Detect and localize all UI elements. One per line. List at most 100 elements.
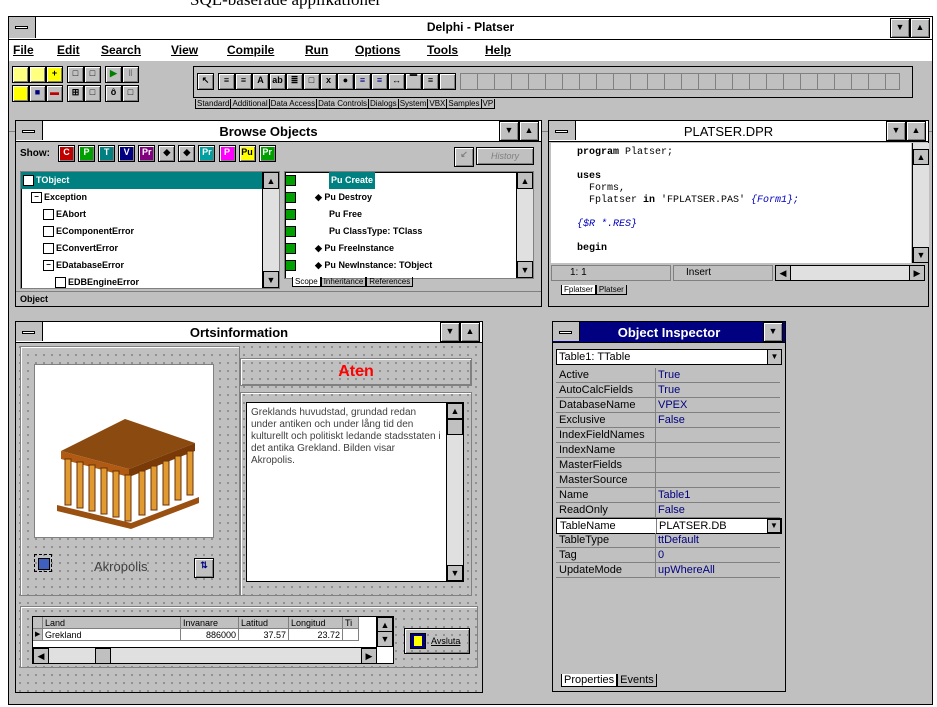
tab-inheritance[interactable]: Inheritance — [320, 277, 367, 287]
form-maximize-icon[interactable]: ▲ — [460, 322, 480, 342]
property-value[interactable]: VPEX — [658, 398, 687, 412]
member-create[interactable]: Pu Create — [285, 172, 533, 189]
property-row[interactable]: ReadOnly False — [556, 503, 780, 518]
palette-tab-vp[interactable]: VP — [480, 99, 496, 109]
memo-icon[interactable]: ≣ — [286, 73, 303, 90]
pause-icon[interactable]: ‖ — [122, 66, 139, 83]
select-form-icon[interactable]: □ — [84, 66, 101, 83]
database-component-icon[interactable] — [34, 554, 52, 572]
browse-history-arrow-icon[interactable]: ↙ — [454, 147, 474, 167]
menu-edit[interactable]: Edit — [57, 43, 80, 57]
member-free[interactable]: Pu Free — [285, 206, 533, 223]
grid-cell-longitud[interactable]: 23.72 — [289, 629, 343, 641]
popupmenu-icon[interactable]: ≡ — [235, 73, 252, 90]
scrollbar-icon[interactable]: ↔ — [388, 73, 405, 90]
property-value[interactable]: PLATSER.DB — [659, 519, 727, 533]
palette-tab-additional[interactable]: Additional — [230, 99, 270, 109]
editor-scroll-right-icon[interactable]: ▶ — [909, 265, 925, 281]
palette-tab-data-controls[interactable]: Data Controls — [316, 99, 369, 109]
editor-scroll-up-icon[interactable]: ▲ — [913, 149, 929, 165]
palette-tab-data-access[interactable]: Data Access — [268, 99, 318, 109]
select-unit-icon[interactable]: □ — [67, 66, 84, 83]
mainmenu-icon[interactable]: ≡ — [218, 73, 235, 90]
property-row[interactable]: MasterSource — [556, 473, 780, 488]
grid-scroll-left-icon[interactable]: ◀ — [33, 648, 49, 664]
grid-header-longitud[interactable]: Longitud — [289, 617, 343, 629]
grid-cell-latitud[interactable]: 37.57 — [239, 629, 289, 641]
grid-header-ti[interactable]: Ti — [343, 617, 359, 629]
property-value[interactable]: ttDefault — [658, 533, 699, 547]
edit-icon[interactable]: ab — [269, 73, 286, 90]
menu-view[interactable]: View — [171, 43, 198, 57]
open-file-icon[interactable] — [12, 85, 29, 102]
filter-constants-icon[interactable]: C — [58, 145, 75, 162]
filter-public-icon[interactable]: Pr — [198, 145, 216, 162]
member-destroy[interactable]: ◆ Pu Destroy — [285, 189, 533, 206]
filter-virtual-icon[interactable]: ◆ — [178, 145, 196, 162]
memo-scrollbar[interactable]: ▲ ▼ — [446, 403, 463, 581]
open-project-icon[interactable] — [12, 66, 29, 83]
members-scrollbar[interactable]: ▲ ▼ — [516, 172, 533, 278]
pointer-icon[interactable]: ↖ — [197, 73, 214, 90]
property-row[interactable]: IndexFieldNames — [556, 428, 780, 443]
tree-scroll-up-icon[interactable]: ▲ — [263, 172, 279, 189]
filter-published-icon[interactable]: Pu — [238, 145, 256, 162]
tree-item-tobject[interactable]: − TObject — [21, 172, 279, 189]
menu-run[interactable]: Run — [305, 43, 328, 57]
browse-minimize-icon[interactable]: ▼ — [499, 121, 519, 141]
property-row[interactable]: DatabaseName VPEX — [556, 398, 780, 413]
memo-scroll-down-icon[interactable]: ▼ — [447, 565, 463, 581]
tree-item-ecomponenterror[interactable]: EComponentError — [21, 223, 279, 240]
members-scroll-up-icon[interactable]: ▲ — [517, 172, 533, 189]
palette-tab-standard[interactable]: Standard — [195, 99, 232, 109]
code-area[interactable]: program Platser; uses Forms, Fplatser in… — [551, 143, 911, 263]
checkbox-icon[interactable]: x — [320, 73, 337, 90]
tablename-dropdown-icon[interactable]: ▼ — [767, 519, 781, 533]
filter-procedures-icon[interactable]: Pr — [138, 145, 156, 162]
filter-inherited-icon[interactable]: ◆ — [158, 145, 176, 162]
combobox-icon[interactable]: ≡ — [371, 73, 388, 90]
form-system-menu-icon[interactable] — [16, 322, 43, 341]
filter-types-icon[interactable]: T — [98, 145, 116, 162]
object-selector-dropdown-icon[interactable]: ▼ — [767, 350, 781, 364]
browse-system-menu-icon[interactable] — [16, 121, 43, 140]
filter-variables-icon[interactable]: V — [118, 145, 136, 162]
tab-events[interactable]: Events — [617, 674, 657, 687]
tree-item-eabort[interactable]: EAbort — [21, 206, 279, 223]
property-value[interactable]: upWhereAll — [658, 563, 715, 577]
radiogroup-icon[interactable]: ≡ — [422, 73, 439, 90]
tab-properties[interactable]: Properties — [561, 674, 618, 687]
property-row[interactable]: Tag 0 — [556, 548, 780, 563]
save-file-icon[interactable]: ■ — [29, 85, 46, 102]
property-row[interactable]: Name Table1 — [556, 488, 780, 503]
menu-help[interactable]: Help — [485, 43, 511, 57]
run-icon[interactable]: ▶ — [105, 66, 122, 83]
grid-vscrollbar[interactable]: ▲ ▼ — [376, 617, 393, 647]
inspector-minimize-icon[interactable]: ▼ — [763, 322, 783, 342]
property-value[interactable]: Table1 — [658, 488, 690, 502]
palette-tab-dialogs[interactable]: Dialogs — [368, 99, 399, 109]
remove-file-icon[interactable]: ▬ — [46, 85, 63, 102]
panel-icon[interactable] — [439, 73, 456, 90]
property-row[interactable]: MasterFields — [556, 458, 780, 473]
minimize-icon[interactable]: ▼ — [890, 18, 910, 38]
grid-cell-invanare[interactable]: 886000 — [181, 629, 239, 641]
member-classtype[interactable]: Pu ClassType: TClass — [285, 223, 533, 240]
grid-hscrollbar[interactable]: ◀ ▶ — [33, 647, 377, 664]
property-value[interactable]: 0 — [658, 548, 664, 562]
tree-item-econverterror[interactable]: EConvertError — [21, 240, 279, 257]
editor-maximize-icon[interactable]: ▲ — [906, 121, 926, 141]
editor-vscrollbar[interactable]: ▲ ▼ — [912, 143, 929, 263]
tab-references[interactable]: References — [366, 277, 414, 287]
menu-options[interactable]: Options — [355, 43, 400, 57]
menu-compile[interactable]: Compile — [227, 43, 274, 57]
data-grid[interactable]: Land Invanare Latitud Longitud Ti ▶ Grek… — [32, 616, 394, 664]
editor-hscrollbar[interactable]: ◀ ▶ — [775, 265, 925, 281]
property-row[interactable]: TableType ttDefault — [556, 533, 780, 548]
menu-search[interactable]: Search — [101, 43, 141, 57]
save-project-icon[interactable] — [29, 66, 46, 83]
tab-scope[interactable]: Scope — [292, 277, 321, 287]
property-row[interactable]: IndexName — [556, 443, 780, 458]
grid-scroll-thumb[interactable] — [95, 648, 111, 664]
property-value[interactable]: True — [658, 383, 680, 397]
